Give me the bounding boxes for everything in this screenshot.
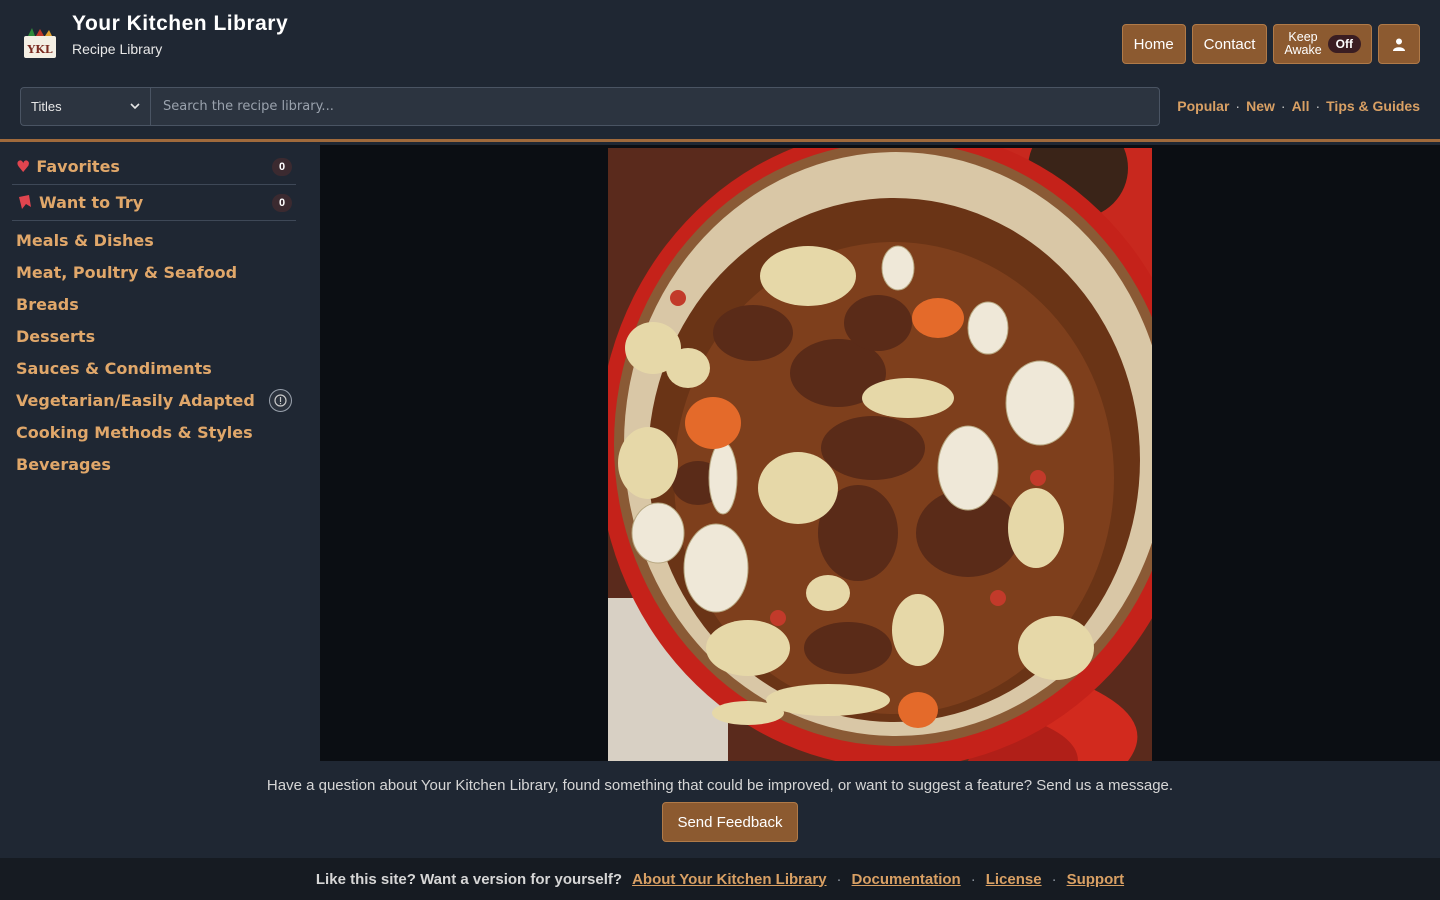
separator: · <box>1235 98 1241 114</box>
user-account-button[interactable] <box>1378 24 1420 64</box>
top-nav: Home Contact Keep Awake Off <box>1121 24 1420 64</box>
site-footer: Like this site? Want a version for yours… <box>0 858 1440 900</box>
separator: · <box>1315 98 1321 114</box>
tips-guides-link[interactable]: Tips & Guides <box>1326 98 1420 114</box>
separator: · <box>836 870 842 888</box>
search-mode-select[interactable]: Titles <box>20 87 150 126</box>
site-logo-icon[interactable]: YKL <box>22 26 58 60</box>
footer-text: Like this site? Want a version for yours… <box>315 870 623 888</box>
sidebar-item-beverages[interactable]: Beverages <box>12 448 296 480</box>
feedback-message: Have a question about Your Kitchen Libra… <box>266 777 1174 794</box>
main-content <box>320 145 1440 761</box>
popular-link[interactable]: Popular <box>1177 98 1229 114</box>
keep-awake-label: Keep Awake <box>1284 30 1322 57</box>
sidebar-item-want-to-try[interactable]: Want to Try 0 <box>12 185 296 221</box>
home-button[interactable]: Home <box>1121 24 1186 64</box>
category-list: Meals & Dishes Meat, Poultry & Seafood B… <box>12 224 296 480</box>
info-icon[interactable] <box>269 388 292 412</box>
sidebar-item-meals-dishes[interactable]: Meals & Dishes <box>12 224 296 256</box>
search-bar: Titles <box>20 87 1160 126</box>
heart-icon: ♥ <box>16 157 31 176</box>
bookmark-icon <box>19 194 31 209</box>
search-mode-value: Titles <box>31 99 62 114</box>
sidebar: ♥ Favorites 0 Want to Try 0 Meals & Dish… <box>0 145 320 761</box>
sidebar-item-cooking-methods[interactable]: Cooking Methods & Styles <box>12 416 296 448</box>
separator: · <box>1280 98 1286 114</box>
site-subtitle: Recipe Library <box>72 41 163 57</box>
new-link[interactable]: New <box>1246 98 1275 114</box>
sidebar-item-vegetarian[interactable]: Vegetarian/Easily Adapted <box>12 384 296 416</box>
sidebar-item-label: Want to Try <box>39 193 144 212</box>
sidebar-item-label: Favorites <box>36 157 120 176</box>
sidebar-item-breads[interactable]: Breads <box>12 288 296 320</box>
sidebar-item-desserts[interactable]: Desserts <box>12 320 296 352</box>
about-link[interactable]: About Your Kitchen Library <box>632 871 826 888</box>
license-link[interactable]: License <box>986 871 1042 888</box>
sidebar-item-meat-poultry-seafood[interactable]: Meat, Poultry & Seafood <box>12 256 296 288</box>
sidebar-item-sauces-condiments[interactable]: Sauces & Condiments <box>12 352 296 384</box>
keep-awake-button[interactable]: Keep Awake Off <box>1273 24 1372 64</box>
stew-pot-illustration <box>608 148 1152 761</box>
search-input[interactable] <box>150 87 1160 126</box>
want-to-try-count-badge: 0 <box>272 193 292 212</box>
all-link[interactable]: All <box>1292 98 1310 114</box>
site-title[interactable]: Your Kitchen Library <box>72 12 288 36</box>
sidebar-list: ♥ Favorites 0 Want to Try 0 Meals & Dish… <box>12 149 296 480</box>
support-link[interactable]: Support <box>1067 871 1125 888</box>
keep-awake-state: Off <box>1327 35 1361 53</box>
featured-recipe-image[interactable] <box>608 148 1152 761</box>
separator: · <box>970 870 976 888</box>
site-header: YKL Your Kitchen Library Recipe Library … <box>0 0 1440 142</box>
contact-button[interactable]: Contact <box>1191 24 1268 64</box>
separator: · <box>1051 870 1057 888</box>
chevron-down-icon <box>130 103 140 110</box>
send-feedback-button[interactable]: Send Feedback <box>662 802 798 842</box>
svg-text:YKL: YKL <box>26 43 52 56</box>
documentation-link[interactable]: Documentation <box>852 871 961 888</box>
quick-links: Popular · New · All · Tips & Guides <box>1177 98 1420 114</box>
sidebar-item-favorites[interactable]: ♥ Favorites 0 <box>12 149 296 185</box>
feedback-section: Have a question about Your Kitchen Libra… <box>0 761 1440 858</box>
user-icon <box>1393 38 1405 51</box>
favorites-count-badge: 0 <box>272 157 292 176</box>
